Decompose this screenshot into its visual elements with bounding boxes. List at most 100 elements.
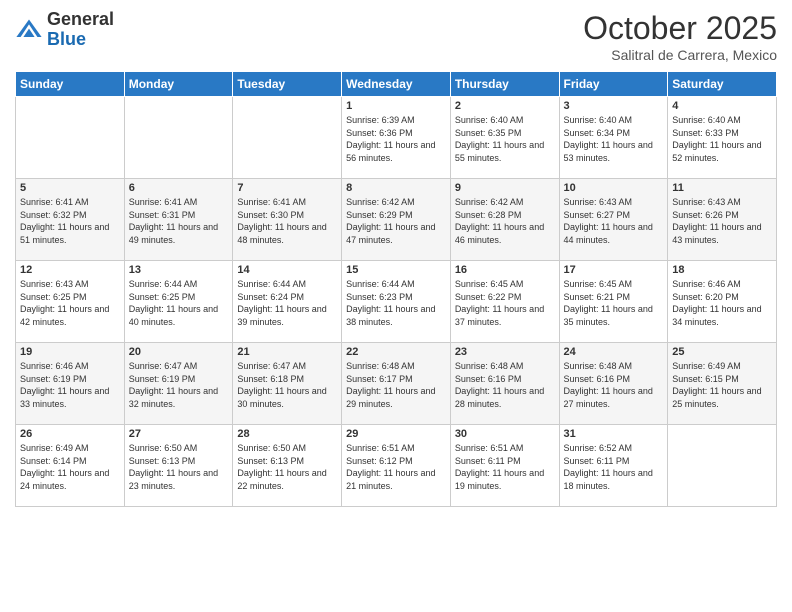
day-info: Sunrise: 6:48 AMSunset: 6:16 PMDaylight:…	[455, 360, 555, 410]
day-info: Sunrise: 6:44 AMSunset: 6:24 PMDaylight:…	[237, 278, 337, 328]
logo-text: General Blue	[47, 10, 114, 50]
calendar-cell: 12 Sunrise: 6:43 AMSunset: 6:25 PMDayligh…	[16, 261, 125, 343]
day-info: Sunrise: 6:43 AMSunset: 6:25 PMDaylight:…	[20, 278, 120, 328]
day-info: Sunrise: 6:41 AMSunset: 6:32 PMDaylight:…	[20, 196, 120, 246]
logo-general-text: General	[47, 10, 114, 30]
day-number: 8	[346, 182, 446, 194]
day-number: 20	[129, 346, 229, 358]
calendar-cell: 3 Sunrise: 6:40 AMSunset: 6:34 PMDaylight…	[559, 97, 668, 179]
calendar-cell: 9 Sunrise: 6:42 AMSunset: 6:28 PMDaylight…	[450, 179, 559, 261]
calendar-cell: 29 Sunrise: 6:51 AMSunset: 6:12 PMDayligh…	[342, 425, 451, 507]
day-info: Sunrise: 6:47 AMSunset: 6:18 PMDaylight:…	[237, 360, 337, 410]
day-number: 9	[455, 182, 555, 194]
calendar-cell: 11Sunrise: 6:43 AMSunset: 6:26 PMDayligh…	[668, 179, 777, 261]
day-number: 30	[455, 428, 555, 440]
day-info: Sunrise: 6:49 AMSunset: 6:15 PMDaylight:…	[672, 360, 772, 410]
day-info: Sunrise: 6:39 AMSunset: 6:36 PMDaylight:…	[346, 114, 446, 164]
header: General Blue October 2025 Salitral de Ca…	[15, 10, 777, 63]
day-number: 5	[20, 182, 120, 194]
calendar-cell	[16, 97, 125, 179]
calendar-cell: 27Sunrise: 6:50 AMSunset: 6:13 PMDayligh…	[124, 425, 233, 507]
weekday-header-monday: Monday	[124, 72, 233, 97]
calendar-cell: 8 Sunrise: 6:42 AMSunset: 6:29 PMDaylight…	[342, 179, 451, 261]
day-number: 27	[129, 428, 229, 440]
calendar-cell: 26 Sunrise: 6:49 AMSunset: 6:14 PMDayligh…	[16, 425, 125, 507]
calendar-cell: 31 Sunrise: 6:52 AMSunset: 6:11 PMDayligh…	[559, 425, 668, 507]
day-number: 19	[20, 346, 120, 358]
day-info: Sunrise: 6:45 AMSunset: 6:22 PMDaylight:…	[455, 278, 555, 328]
calendar-week-4: 19 Sunrise: 6:46 AMSunset: 6:19 PMDayligh…	[16, 343, 777, 425]
location: Salitral de Carrera, Mexico	[583, 47, 777, 63]
calendar-cell	[233, 97, 342, 179]
day-number: 21	[237, 346, 337, 358]
day-info: Sunrise: 6:51 AMSunset: 6:11 PMDaylight:…	[455, 442, 555, 492]
day-number: 17	[564, 264, 664, 276]
day-number: 29	[346, 428, 446, 440]
calendar-cell	[668, 425, 777, 507]
calendar-cell: 23 Sunrise: 6:48 AMSunset: 6:16 PMDayligh…	[450, 343, 559, 425]
day-info: Sunrise: 6:41 AMSunset: 6:30 PMDaylight:…	[237, 196, 337, 246]
calendar-cell: 4Sunrise: 6:40 AMSunset: 6:33 PMDaylight…	[668, 97, 777, 179]
day-info: Sunrise: 6:43 AMSunset: 6:26 PMDaylight:…	[672, 196, 772, 246]
day-info: Sunrise: 6:46 AMSunset: 6:19 PMDaylight:…	[20, 360, 120, 410]
day-info: Sunrise: 6:42 AMSunset: 6:28 PMDaylight:…	[455, 196, 555, 246]
calendar-cell: 22Sunrise: 6:48 AMSunset: 6:17 PMDayligh…	[342, 343, 451, 425]
day-info: Sunrise: 6:42 AMSunset: 6:29 PMDaylight:…	[346, 196, 446, 246]
day-info: Sunrise: 6:47 AMSunset: 6:19 PMDaylight:…	[129, 360, 229, 410]
calendar-cell: 18Sunrise: 6:46 AMSunset: 6:20 PMDayligh…	[668, 261, 777, 343]
day-number: 23	[455, 346, 555, 358]
weekday-header-thursday: Thursday	[450, 72, 559, 97]
calendar-cell: 20 Sunrise: 6:47 AMSunset: 6:19 PMDayligh…	[124, 343, 233, 425]
day-info: Sunrise: 6:44 AMSunset: 6:25 PMDaylight:…	[129, 278, 229, 328]
day-info: Sunrise: 6:49 AMSunset: 6:14 PMDaylight:…	[20, 442, 120, 492]
weekday-header-saturday: Saturday	[668, 72, 777, 97]
day-number: 7	[237, 182, 337, 194]
calendar-cell	[124, 97, 233, 179]
day-number: 2	[455, 100, 555, 112]
day-info: Sunrise: 6:40 AMSunset: 6:34 PMDaylight:…	[564, 114, 664, 164]
logo-blue-text: Blue	[47, 30, 114, 50]
day-number: 3	[564, 100, 664, 112]
day-number: 25	[672, 346, 772, 358]
calendar-cell: 25 Sunrise: 6:49 AMSunset: 6:15 PMDayligh…	[668, 343, 777, 425]
calendar-cell: 6 Sunrise: 6:41 AMSunset: 6:31 PMDaylight…	[124, 179, 233, 261]
calendar-cell: 15 Sunrise: 6:44 AMSunset: 6:23 PMDayligh…	[342, 261, 451, 343]
logo-icon	[15, 16, 43, 44]
calendar-cell: 16Sunrise: 6:45 AMSunset: 6:22 PMDayligh…	[450, 261, 559, 343]
weekday-header-wednesday: Wednesday	[342, 72, 451, 97]
calendar-table: SundayMondayTuesdayWednesdayThursdayFrid…	[15, 71, 777, 507]
day-number: 6	[129, 182, 229, 194]
day-number: 12	[20, 264, 120, 276]
calendar-week-2: 5 Sunrise: 6:41 AMSunset: 6:32 PMDaylight…	[16, 179, 777, 261]
weekday-header-tuesday: Tuesday	[233, 72, 342, 97]
day-number: 10	[564, 182, 664, 194]
calendar-cell: 5 Sunrise: 6:41 AMSunset: 6:32 PMDaylight…	[16, 179, 125, 261]
day-info: Sunrise: 6:41 AMSunset: 6:31 PMDaylight:…	[129, 196, 229, 246]
day-number: 13	[129, 264, 229, 276]
calendar-cell: 14Sunrise: 6:44 AMSunset: 6:24 PMDayligh…	[233, 261, 342, 343]
weekday-header-friday: Friday	[559, 72, 668, 97]
day-number: 31	[564, 428, 664, 440]
day-info: Sunrise: 6:50 AMSunset: 6:13 PMDaylight:…	[237, 442, 337, 492]
calendar-cell: 21 Sunrise: 6:47 AMSunset: 6:18 PMDayligh…	[233, 343, 342, 425]
calendar-week-3: 12 Sunrise: 6:43 AMSunset: 6:25 PMDayligh…	[16, 261, 777, 343]
day-number: 15	[346, 264, 446, 276]
day-info: Sunrise: 6:52 AMSunset: 6:11 PMDaylight:…	[564, 442, 664, 492]
logo: General Blue	[15, 10, 114, 50]
calendar-cell: 7 Sunrise: 6:41 AMSunset: 6:30 PMDaylight…	[233, 179, 342, 261]
weekday-header-sunday: Sunday	[16, 72, 125, 97]
day-info: Sunrise: 6:43 AMSunset: 6:27 PMDaylight:…	[564, 196, 664, 246]
calendar-cell: 30 Sunrise: 6:51 AMSunset: 6:11 PMDayligh…	[450, 425, 559, 507]
day-number: 26	[20, 428, 120, 440]
day-number: 28	[237, 428, 337, 440]
calendar-cell: 1 Sunrise: 6:39 AMSunset: 6:36 PMDaylight…	[342, 97, 451, 179]
day-number: 18	[672, 264, 772, 276]
page: General Blue October 2025 Salitral de Ca…	[0, 0, 792, 612]
weekday-header-row: SundayMondayTuesdayWednesdayThursdayFrid…	[16, 72, 777, 97]
day-number: 24	[564, 346, 664, 358]
day-info: Sunrise: 6:45 AMSunset: 6:21 PMDaylight:…	[564, 278, 664, 328]
day-number: 1	[346, 100, 446, 112]
day-info: Sunrise: 6:51 AMSunset: 6:12 PMDaylight:…	[346, 442, 446, 492]
day-info: Sunrise: 6:44 AMSunset: 6:23 PMDaylight:…	[346, 278, 446, 328]
day-info: Sunrise: 6:48 AMSunset: 6:17 PMDaylight:…	[346, 360, 446, 410]
